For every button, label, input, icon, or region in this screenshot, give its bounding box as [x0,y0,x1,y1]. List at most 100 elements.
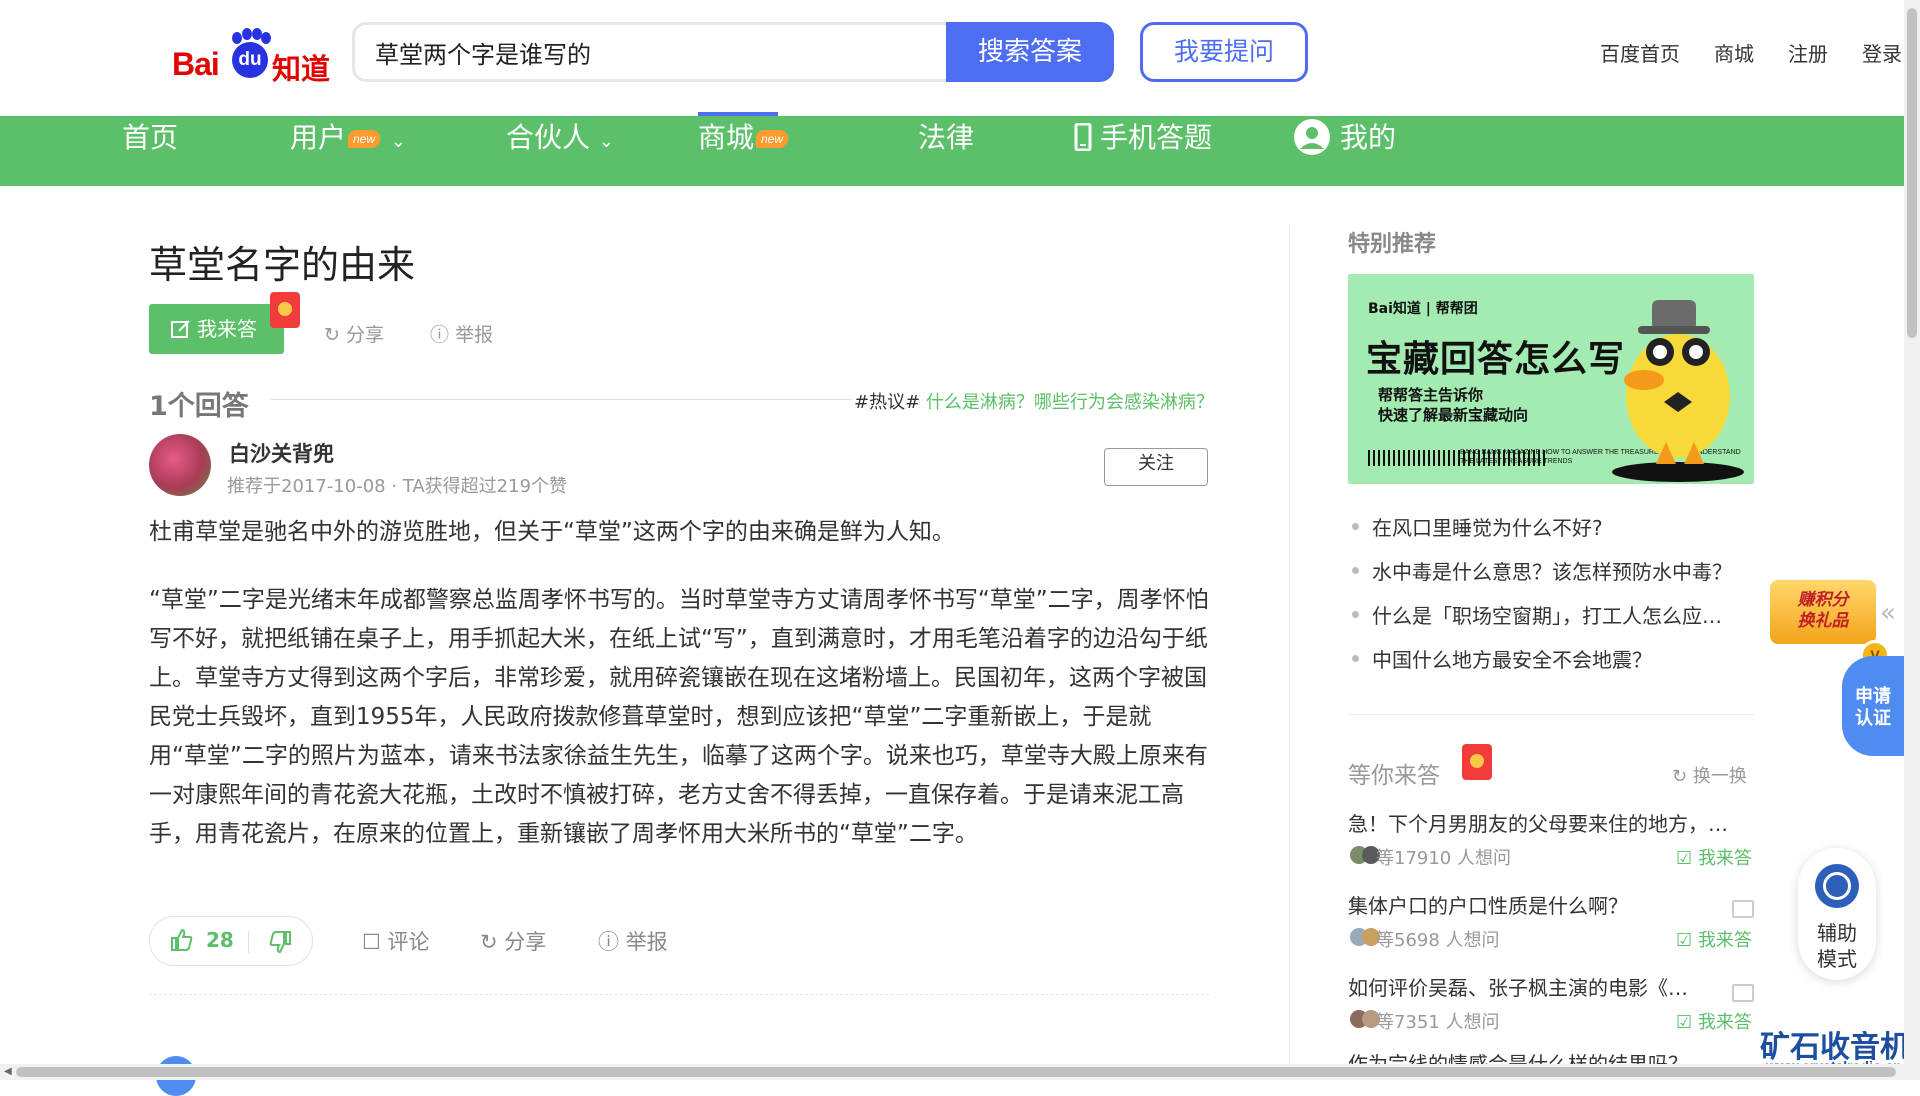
red-packet-icon [1462,744,1492,780]
comment-button[interactable]: ☐ 评论 [362,926,430,956]
ask-question-button[interactable]: 我要提问 [1140,22,1308,82]
nav-home[interactable]: 首页 [122,116,178,186]
assist-mode-label: 辅助 模式 [1817,921,1857,971]
follow-button[interactable]: 关注 [1104,448,1208,486]
collapse-left-icon[interactable]: « [1880,598,1896,628]
share-icon: ↻ [324,324,340,346]
special-recommend-heading: 特别推荐 [1348,232,1437,257]
refresh-label: 换一换 [1692,766,1747,787]
i-answer-label: 我来答 [1697,848,1752,869]
register-link[interactable]: 注册 [1788,38,1828,67]
avatar[interactable] [149,434,211,496]
answer-share-label: 分享 [504,930,547,954]
answer-meta: 推荐于2017-10-08 · TA获得超过219个赞 [227,476,568,497]
nav-partner-label: 合伙人 [506,121,591,154]
i-answer-link[interactable]: ☑ 我来答 [1676,926,1752,952]
share-link[interactable]: ↻ 分享 [324,320,384,347]
edit-icon: ☑ [1676,1012,1693,1033]
assist-mode-button[interactable]: 辅助 模式 [1798,848,1876,980]
recommend-item[interactable]: 中国什么地方最安全不会地震？ [1352,644,1752,673]
thumbs-up-button[interactable] [170,928,194,956]
search-input[interactable] [355,25,948,79]
answer-report-label: 举报 [625,930,668,954]
search-answer-button[interactable]: 搜索答案 [946,22,1114,82]
answer-share-button[interactable]: ↻ 分享 [480,926,546,956]
waiting-question[interactable]: 急！下个月男朋友的父母要来住的地方，… [1348,808,1756,837]
hot-topic[interactable]: #热议# 什么是淋病？哪些行为会感染淋病？ [854,388,1214,414]
waiting-meta: 等7351 人想问 [1376,1012,1500,1033]
promo-brand: Bai知道 | 帮帮团 [1368,301,1478,317]
answer-paragraph: “草堂”二字是光绪末年成都警察总监周孝怀书写的。当时草堂寺方丈请周孝怀书写“草堂… [149,587,1209,847]
hot-topic-link[interactable]: 什么是淋病？哪些行为会感染淋病？ [926,392,1214,413]
accessibility-icon [1815,864,1859,908]
new-badge: new [348,130,381,148]
share-label: 分享 [345,324,384,346]
edit-icon [171,320,190,338]
promo-sub: 帮帮答主告诉你 [1378,386,1484,404]
i-answer-button[interactable]: 我来答 [149,304,284,354]
report-label: 举报 [455,324,494,346]
vote-group: 28 [149,916,313,966]
promo-banner[interactable]: Bai知道 | 帮帮团 宝藏回答怎么写 帮帮答主告诉你 快速了解最新宝藏动向 B… [1348,274,1754,484]
recommend-item[interactable]: 水中毒是什么意思？该怎样预防水中毒？ [1352,556,1752,585]
refresh-button[interactable]: ↻ 换一换 [1672,762,1747,788]
apply-certification-button[interactable]: 申请 认证 [1842,656,1904,756]
nav-mobile-answer-label: 手机答题 [1100,121,1213,154]
new-badge: new [756,130,789,148]
i-answer-link[interactable]: ☑ 我来答 [1676,1008,1752,1034]
chevron-down-icon: ⌄ [390,131,407,152]
nav-mobile-answer[interactable]: 手机答题 [1074,116,1212,186]
refresh-icon: ↻ [1672,766,1688,787]
scrollbar-thumb[interactable] [16,1067,1896,1077]
waiting-question[interactable]: 如何评价吴磊、张子枫主演的电影《… [1348,972,1716,1001]
search-box[interactable] [352,22,948,82]
nav-users-label: 用户 [290,121,347,154]
earn-points-widget[interactable]: 赚积分 换礼品 [1770,580,1876,644]
nav-mall-label: 商城 [698,121,755,154]
hot-tag: #热议# [854,392,921,413]
main-nav: 首页 用户 new ⌄ 合伙人 ⌄ 商城 new 法律 手机答题 我的 [0,116,1904,186]
waiting-meta: 等17910 人想问 [1376,848,1511,869]
divider [248,931,249,953]
thumbs-down-icon [269,931,291,954]
nav-mine[interactable]: 我的 [1294,116,1396,186]
edit-icon: ☑ [1676,930,1693,951]
promo-title: 宝藏回答怎么写 [1366,339,1626,380]
nav-mall[interactable]: 商城 new [698,116,789,186]
scrollbar-thumb[interactable] [1907,8,1917,338]
nav-users[interactable]: 用户 new ⌄ [290,116,406,186]
scroll-left-icon[interactable]: ◀ [4,1066,12,1077]
warning-icon: ⓘ [430,324,450,346]
comment-icon: ☐ [362,930,381,954]
baidu-home-link[interactable]: 百度首页 [1600,38,1680,67]
recommend-item[interactable]: 在风口里睡觉为什么不好? [1352,512,1752,541]
answer-paragraph: 杜甫草堂是驰名中外的游览胜地，但关于“草堂”这两个字的由来确是鲜为人知。 [149,519,955,545]
comment-label: 评论 [387,930,430,954]
image-icon [1732,900,1754,918]
waiting-question[interactable]: 集体户口的户口性质是什么啊？ [1348,890,1756,919]
recommend-item[interactable]: 什么是「职场空窗期」，打工人怎么应… [1352,600,1752,629]
waiting-meta: 等5698 人想问 [1376,930,1500,951]
share-icon: ↻ [480,930,498,954]
answer-count: 1个回答 [149,391,249,422]
like-count: 28 [206,928,234,952]
i-answer-label: 我来答 [1697,1012,1752,1033]
report-link[interactable]: ⓘ 举报 [430,320,493,347]
baidu-zhidao-logo[interactable]: Bai du 知道 [172,28,330,86]
thumbs-up-icon [171,928,193,951]
answer-report-button[interactable]: ⓘ 举报 [598,926,668,956]
nav-law-label: 法律 [918,121,975,154]
nav-mine-label: 我的 [1340,121,1397,154]
i-answer-link[interactable]: ☑ 我来答 [1676,844,1752,870]
mall-link[interactable]: 商城 [1714,38,1754,67]
answerer-name[interactable]: 白沙关背兜 [229,438,334,468]
user-icon [1294,119,1330,155]
thumbs-down-button[interactable] [268,930,292,958]
waiting-heading: 等你来答 [1348,763,1440,789]
nav-home-label: 首页 [122,121,179,154]
nav-law[interactable]: 法律 [918,116,974,186]
login-link[interactable]: 登录 [1862,38,1902,67]
divider [270,399,852,400]
nav-partner[interactable]: 合伙人 ⌄ [506,116,614,186]
image-icon [1732,984,1754,1002]
